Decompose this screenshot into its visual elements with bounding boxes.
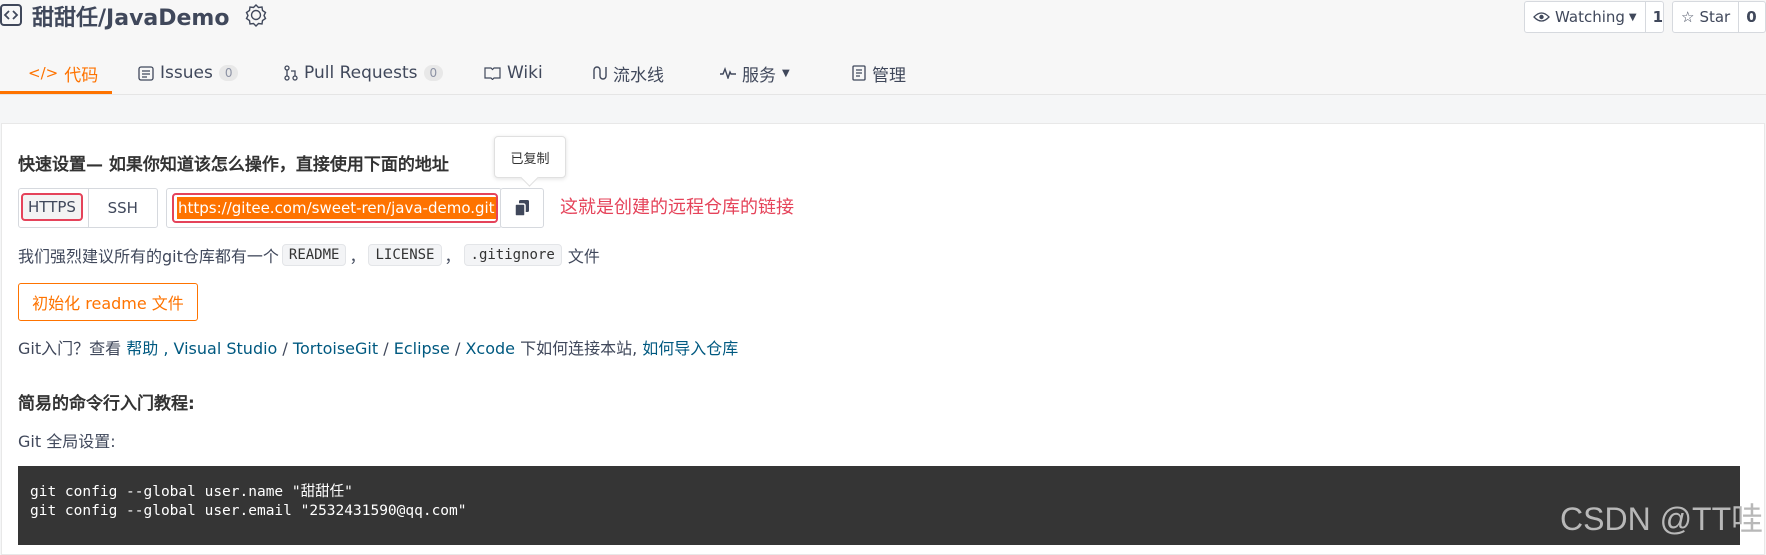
watch-button[interactable]: Watching ▼: [1525, 2, 1645, 32]
help-link[interactable]: 帮助: [126, 339, 158, 358]
service-icon: [720, 67, 736, 79]
recommend-prefix: 我们强烈建议所有的git仓库都有一个: [18, 247, 279, 266]
tab-pipeline[interactable]: 流水线: [592, 52, 664, 94]
url-annotation: 这就是创建的远程仓库的链接: [560, 197, 794, 218]
code-block: git config --global user.name "甜甜任" git …: [18, 466, 1740, 545]
eye-icon: [1533, 12, 1550, 22]
tab-wiki[interactable]: Wiki: [484, 52, 543, 94]
git-intro-prefix: Git入门？查看: [18, 339, 122, 358]
copied-tooltip: 已复制: [494, 136, 566, 178]
git-intro-middle: 下如何连接本站,: [520, 339, 638, 358]
tab-label: 代码: [64, 65, 99, 86]
code-line: git config --global user.email "25324315…: [30, 503, 467, 519]
quick-setup-heading: 快速设置— 如果你知道该怎么操作，直接使用下面的地址: [18, 155, 449, 175]
csdn-watermark: CSDN @TT哇: [1560, 501, 1764, 537]
separator: ，: [444, 247, 461, 266]
pull-requests-count: 0: [423, 65, 444, 81]
issues-icon: [138, 65, 154, 81]
star-count[interactable]: 0: [1738, 2, 1763, 32]
ssh-button[interactable]: SSH: [87, 189, 158, 227]
watch-count[interactable]: 1: [1644, 2, 1670, 32]
active-tab-indicator: [0, 91, 112, 94]
tab-pull-requests[interactable]: Pull Requests 0: [284, 52, 444, 94]
recommended-badge-icon: [245, 4, 267, 27]
separator: ，: [349, 247, 366, 266]
pipeline-icon: [593, 66, 607, 80]
init-readme-button[interactable]: 初始化 readme 文件: [18, 283, 198, 321]
tab-manage[interactable]: 管理: [852, 52, 906, 94]
star-label: Star: [1699, 8, 1731, 26]
tortoisegit-link[interactable]: TortoiseGit: [293, 339, 378, 358]
caret-down-icon: ▼: [1628, 11, 1637, 23]
copy-button[interactable]: [500, 188, 544, 228]
tab-issues[interactable]: Issues 0: [138, 52, 239, 94]
clone-url-text[interactable]: https://gitee.com/sweet-ren/java-demo.gi…: [177, 197, 496, 219]
separator: /: [454, 339, 461, 358]
tab-label: 流水线: [613, 65, 664, 86]
recommend-suffix: 文件: [567, 247, 600, 266]
global-settings-label: Git 全局设置:: [18, 432, 116, 451]
eclipse-link[interactable]: Eclipse: [394, 339, 450, 358]
xcode-link[interactable]: Xcode: [465, 339, 515, 358]
star-button-group[interactable]: ☆ Star 0: [1672, 1, 1766, 33]
visual-studio-link[interactable]: Visual Studio: [174, 339, 278, 358]
repo-tabs: </> 代码 Issues 0 Pull Requests 0 Wiki 流水线…: [0, 52, 1766, 94]
tab-label: 服务: [742, 65, 776, 86]
wiki-icon: [484, 67, 501, 80]
star-icon: ☆: [1681, 8, 1695, 26]
repo-title[interactable]: 甜甜任/JavaDemo: [32, 0, 229, 32]
tutorial-heading: 简易的命令行入门教程:: [18, 394, 195, 414]
license-chip: LICENSE: [368, 244, 442, 266]
tab-service[interactable]: 服务 ▼: [720, 52, 790, 94]
caret-down-icon: ▼: [782, 67, 790, 79]
tab-label: Wiki: [507, 63, 543, 83]
pull-request-icon: [284, 65, 298, 81]
tab-label: Pull Requests: [304, 63, 418, 83]
separator: ,: [163, 339, 169, 358]
readme-chip: README: [281, 244, 347, 266]
code-line: git config --global user.name "甜甜任": [30, 484, 353, 500]
tab-label: 管理: [872, 65, 906, 86]
recommend-line: 我们强烈建议所有的git仓库都有一个 README ， LICENSE ， .g…: [18, 242, 600, 268]
git-intro-line: Git入门？查看 帮助 , Visual Studio / TortoiseGi…: [18, 335, 738, 359]
https-label: HTTPS: [28, 198, 76, 216]
copy-icon: [514, 200, 529, 217]
tab-label: Issues: [160, 63, 213, 83]
watch-button-group[interactable]: Watching ▼ 1: [1524, 1, 1664, 33]
tab-code[interactable]: </> 代码: [28, 52, 98, 94]
watch-label: Watching: [1555, 8, 1625, 26]
issues-count: 0: [218, 65, 239, 81]
repository-icon: [0, 4, 22, 26]
star-button[interactable]: ☆ Star: [1673, 2, 1738, 32]
import-repo-link[interactable]: 如何导入仓库: [642, 339, 738, 358]
gitignore-chip: .gitignore: [463, 244, 562, 266]
separator: /: [383, 339, 389, 358]
code-icon: </>: [28, 64, 59, 82]
separator: /: [282, 339, 288, 358]
manage-icon: [852, 65, 866, 81]
